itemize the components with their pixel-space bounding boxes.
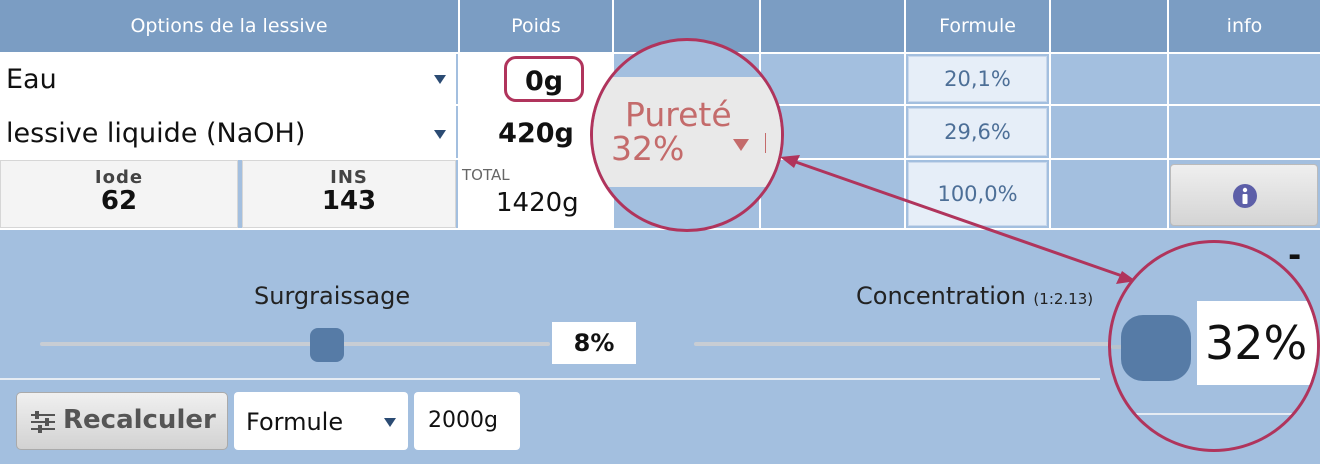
surgraissage-slider[interactable] — [40, 342, 550, 346]
concentration-label-group: Concentration (1:2.13) — [856, 282, 1093, 310]
mode-select-label: Formule — [246, 408, 344, 436]
surgraissage-value[interactable]: 8% — [552, 322, 636, 364]
surgraissage-slider-handle[interactable] — [310, 328, 344, 362]
sliders-icon — [31, 411, 55, 433]
recalculate-label: Recalculer — [63, 405, 216, 435]
total-input-value: 2000g — [428, 408, 498, 433]
concentration-slider[interactable] — [694, 342, 1114, 346]
concentration-slider-handle[interactable] — [1121, 315, 1191, 381]
total-input[interactable]: 2000g — [414, 392, 520, 450]
divider — [0, 378, 1100, 380]
chevron-down-icon — [384, 418, 396, 427]
mode-select[interactable]: Formule — [234, 392, 408, 450]
surgraissage-label: Surgraissage — [254, 282, 411, 310]
concentration-minus[interactable]: - — [1288, 236, 1301, 274]
concentration-zoom-callout: 32% — [1108, 240, 1320, 452]
concentration-label: Concentration — [856, 282, 1026, 310]
recalculate-button[interactable]: Recalculer — [16, 392, 228, 450]
divider — [1111, 413, 1317, 415]
concentration-value[interactable]: 32% — [1197, 301, 1317, 385]
concentration-ratio: (1:2.13) — [1033, 290, 1094, 308]
